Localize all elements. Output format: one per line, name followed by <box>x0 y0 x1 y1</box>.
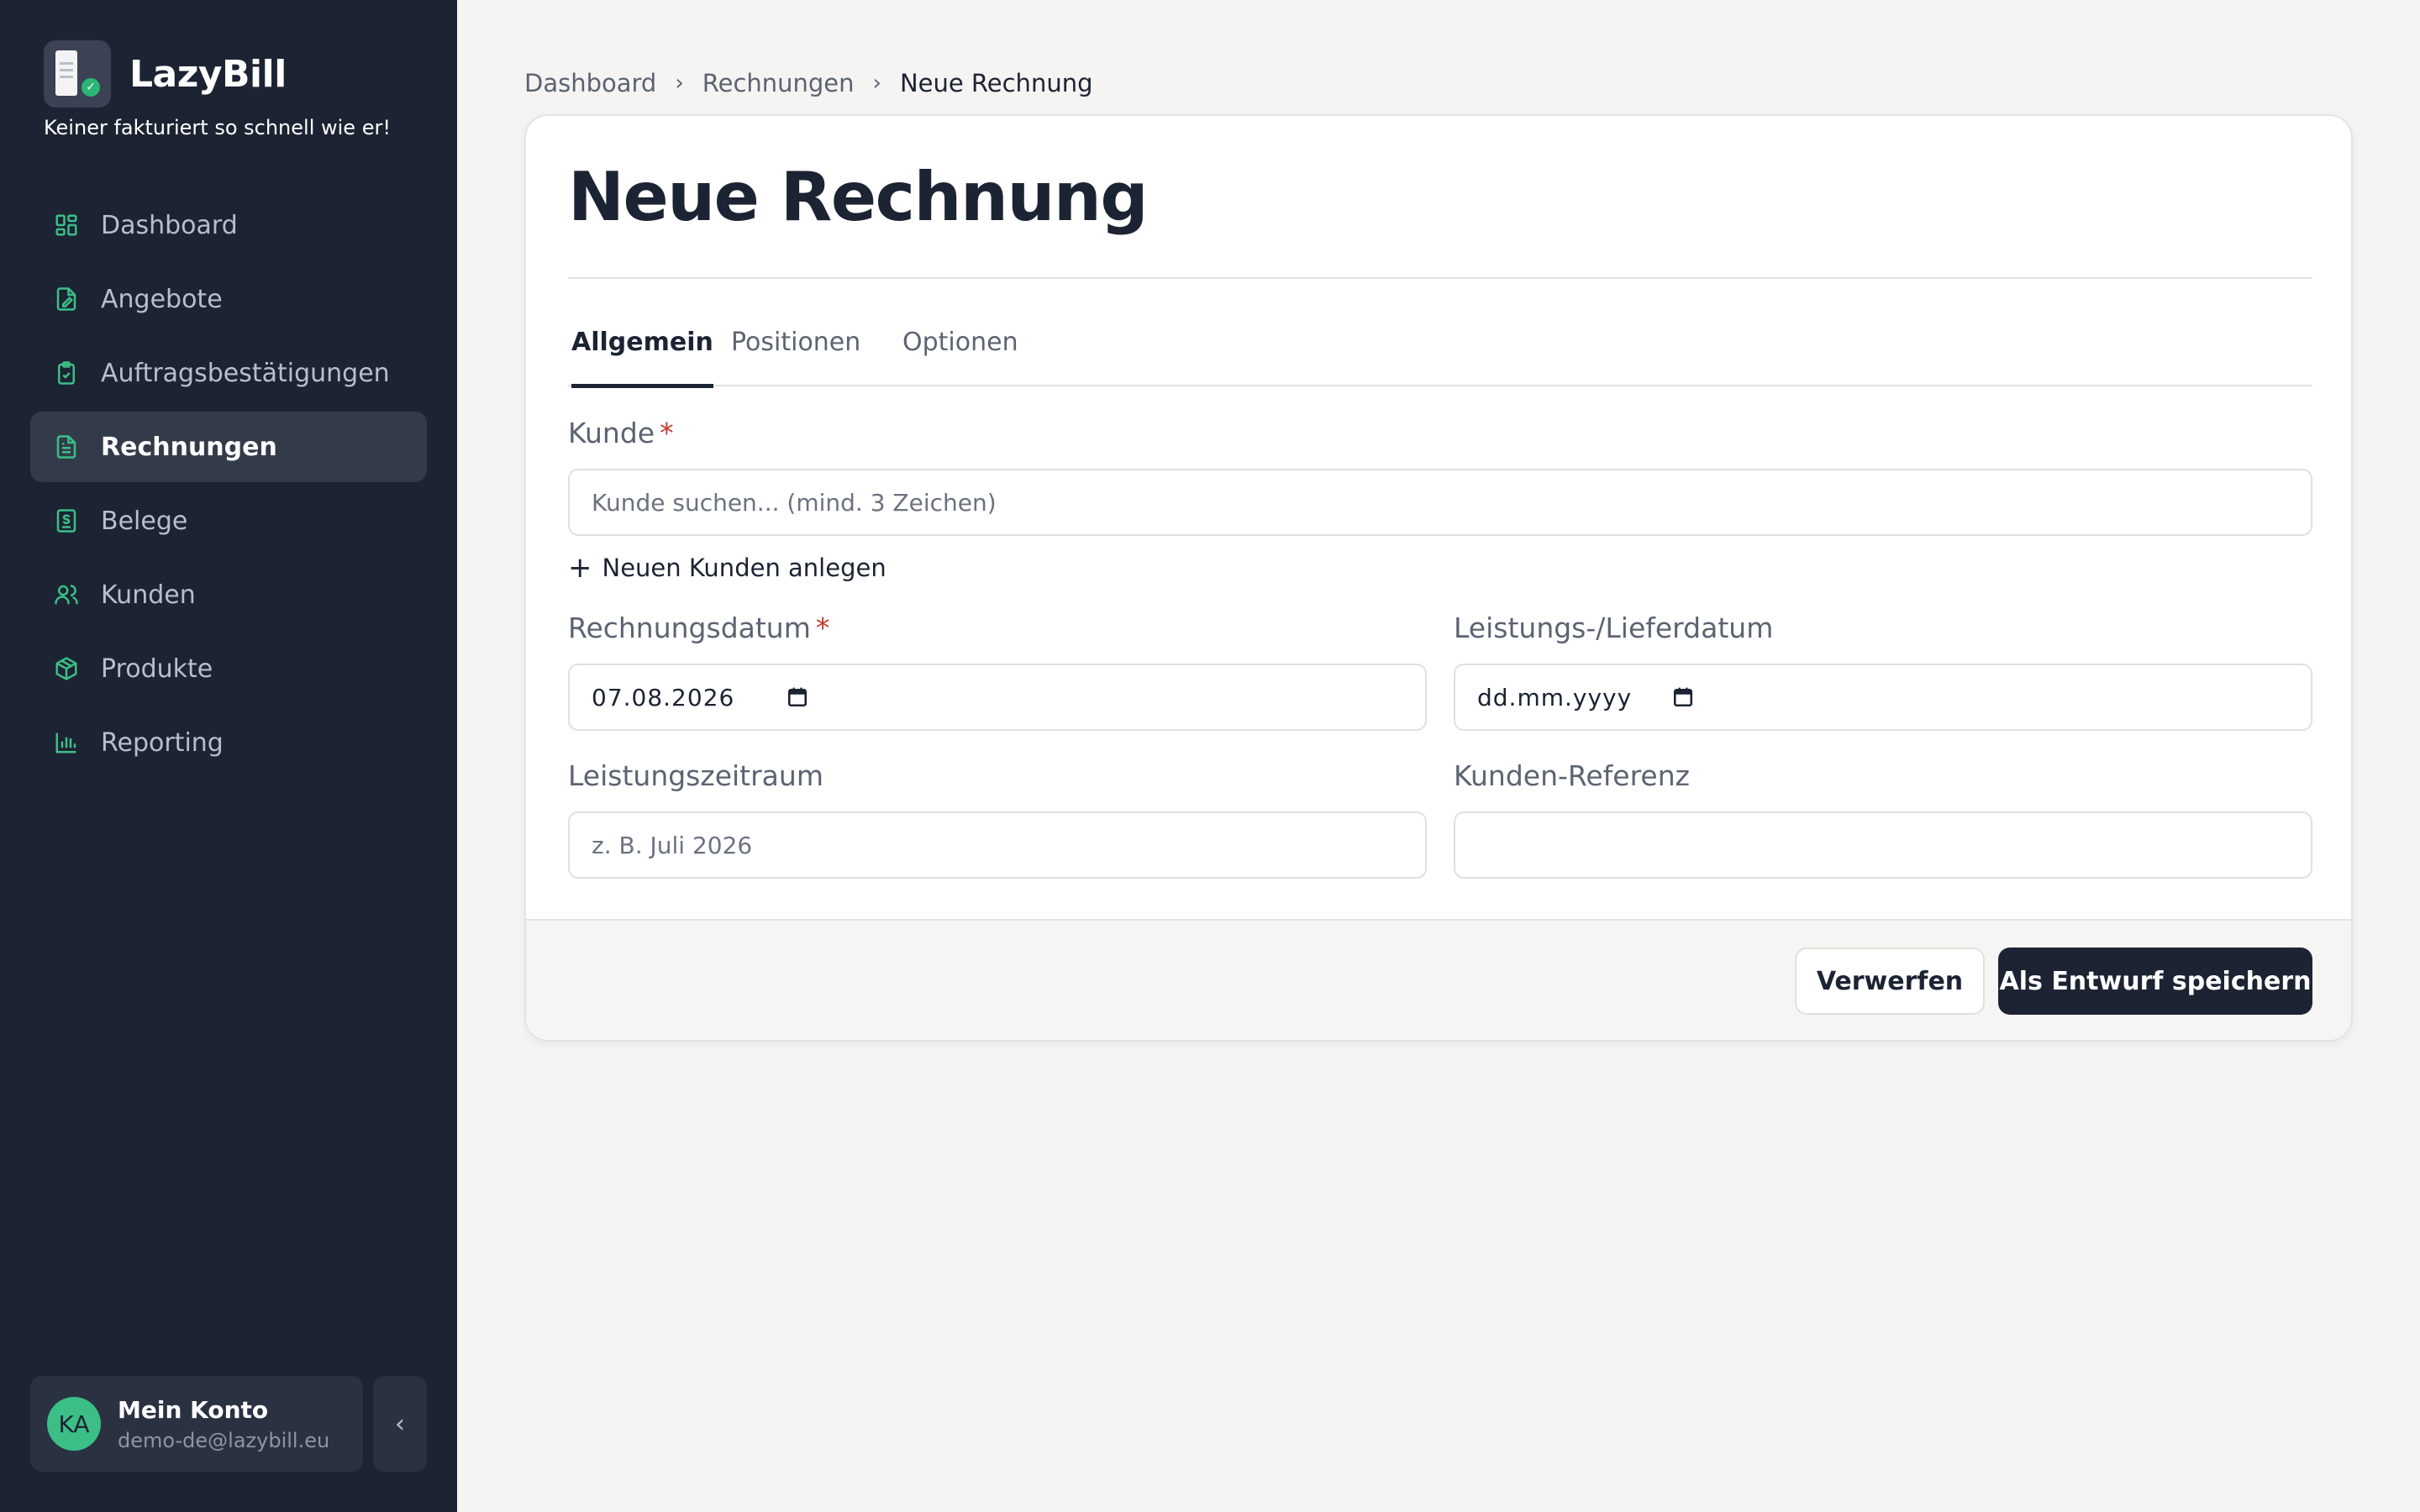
account-email: demo-de@lazybill.eu <box>118 1428 330 1452</box>
sidebar-item-dashboard[interactable]: Dashboard <box>30 190 427 260</box>
required-marker: * <box>815 612 830 644</box>
users-icon <box>54 582 79 607</box>
dashboard-icon <box>54 213 79 238</box>
account-menu[interactable]: KA Mein Konto demo-de@lazybill.eu <box>30 1376 363 1472</box>
delivery-date-label: Leistungs-/Lieferdatum <box>1454 612 1774 644</box>
delivery-date-field[interactable]: dd.mm.yyyy <box>1454 664 2312 731</box>
account-name: Mein Konto <box>118 1395 269 1424</box>
invoice-date-value: 07.08.2026 <box>592 683 735 711</box>
service-period-placeholder: z. B. Juli 2026 <box>592 831 753 859</box>
add-customer-link[interactable]: + Neuen Kunden anlegen <box>568 551 886 585</box>
sidebar-item-label: Dashboard <box>101 210 238 240</box>
page-title: Neue Rechnung <box>568 158 1149 236</box>
save-draft-button[interactable]: Als Entwurf speichern <box>1998 948 2312 1015</box>
sidebar-item-belege[interactable]: Belege <box>30 486 427 556</box>
invoice-date-label: Rechnungsdatum * <box>568 612 829 644</box>
package-icon <box>54 656 79 681</box>
invoice-icon <box>54 434 79 459</box>
invoice-date-field[interactable]: 07.08.2026 <box>568 664 1427 731</box>
customer-label: Kunde * <box>568 417 674 449</box>
sidebar-item-label: Auftragsbestätigungen <box>101 358 390 388</box>
customer-reference-input[interactable] <box>1454 811 2312 879</box>
tab-optionen[interactable]: Optionen <box>902 318 1018 386</box>
collapse-sidebar-button[interactable]: ‹ <box>373 1376 427 1472</box>
sidebar-item-label: Belege <box>101 506 188 536</box>
sidebar-item-produkte[interactable]: Produkte <box>30 633 427 704</box>
offer-icon <box>54 286 79 312</box>
receipt-icon <box>54 508 79 533</box>
sidebar-nav: Dashboard Angebote Auftragsbestätigungen… <box>30 190 427 781</box>
sidebar-item-label: Kunden <box>101 580 196 610</box>
service-period-input[interactable]: z. B. Juli 2026 <box>568 811 1427 879</box>
calendar-icon[interactable] <box>1672 686 1694 708</box>
chevron-right-icon: › <box>675 71 684 96</box>
tab-bar: Allgemein Positionen Optionen <box>568 318 2312 388</box>
sidebar-item-label: Produkte <box>101 654 213 684</box>
brand[interactable]: ✓ LazyBill <box>44 40 287 108</box>
invoice-date-label-text: Rechnungsdatum <box>568 612 811 644</box>
account-info: Mein Konto demo-de@lazybill.eu <box>118 1396 329 1452</box>
customer-search-placeholder: Kunde suchen... (mind. 3 Zeichen) <box>592 488 997 517</box>
app-logo-icon: ✓ <box>44 40 111 108</box>
sidebar-item-label: Reporting <box>101 727 224 758</box>
breadcrumb-item-rechnungen[interactable]: Rechnungen <box>702 69 855 97</box>
customer-label-text: Kunde <box>568 417 655 449</box>
tab-positionen[interactable]: Positionen <box>731 318 860 386</box>
avatar: KA <box>47 1397 101 1451</box>
form-footer: Verwerfen Als Entwurf speichern <box>526 919 2351 1040</box>
sidebar-item-kunden[interactable]: Kunden <box>30 559 427 630</box>
app-tagline: Keiner fakturiert so schnell wie er! <box>44 116 391 139</box>
app-name: LazyBill <box>129 52 287 96</box>
chevron-right-icon: › <box>872 71 881 96</box>
sidebar-item-auftragsbestaetigungen[interactable]: Auftragsbestätigungen <box>30 338 427 408</box>
sidebar-item-label: Rechnungen <box>101 432 277 462</box>
calendar-icon[interactable] <box>786 686 808 708</box>
delivery-date-value: dd.mm.yyyy <box>1477 683 1633 711</box>
tab-allgemein[interactable]: Allgemein <box>571 318 713 388</box>
sidebar: ✓ LazyBill Keiner fakturiert so schnell … <box>0 0 457 1512</box>
divider <box>568 277 2312 279</box>
sidebar-item-rechnungen[interactable]: Rechnungen <box>30 412 427 482</box>
clipboard-check-icon <box>54 360 79 386</box>
sidebar-item-reporting[interactable]: Reporting <box>30 707 427 778</box>
add-customer-label: Neuen Kunden anlegen <box>602 554 886 582</box>
discard-button[interactable]: Verwerfen <box>1795 948 1985 1015</box>
plus-icon: + <box>568 551 592 585</box>
customer-reference-label: Kunden-Referenz <box>1454 759 1690 792</box>
sidebar-item-label: Angebote <box>101 284 223 314</box>
invoice-form-card: Neue Rechnung Allgemein Positionen Optio… <box>524 114 2353 1042</box>
required-marker: * <box>660 417 674 449</box>
breadcrumb: Dashboard › Rechnungen › Neue Rechnung <box>524 69 1093 97</box>
service-period-label: Leistungszeitraum <box>568 759 823 792</box>
customer-search-input[interactable]: Kunde suchen... (mind. 3 Zeichen) <box>568 469 2312 536</box>
bar-chart-icon <box>54 730 79 755</box>
breadcrumb-item-current: Neue Rechnung <box>899 69 1093 97</box>
breadcrumb-item-dashboard[interactable]: Dashboard <box>524 69 656 97</box>
chevron-left-icon: ‹ <box>395 1409 405 1439</box>
sidebar-item-angebote[interactable]: Angebote <box>30 264 427 334</box>
